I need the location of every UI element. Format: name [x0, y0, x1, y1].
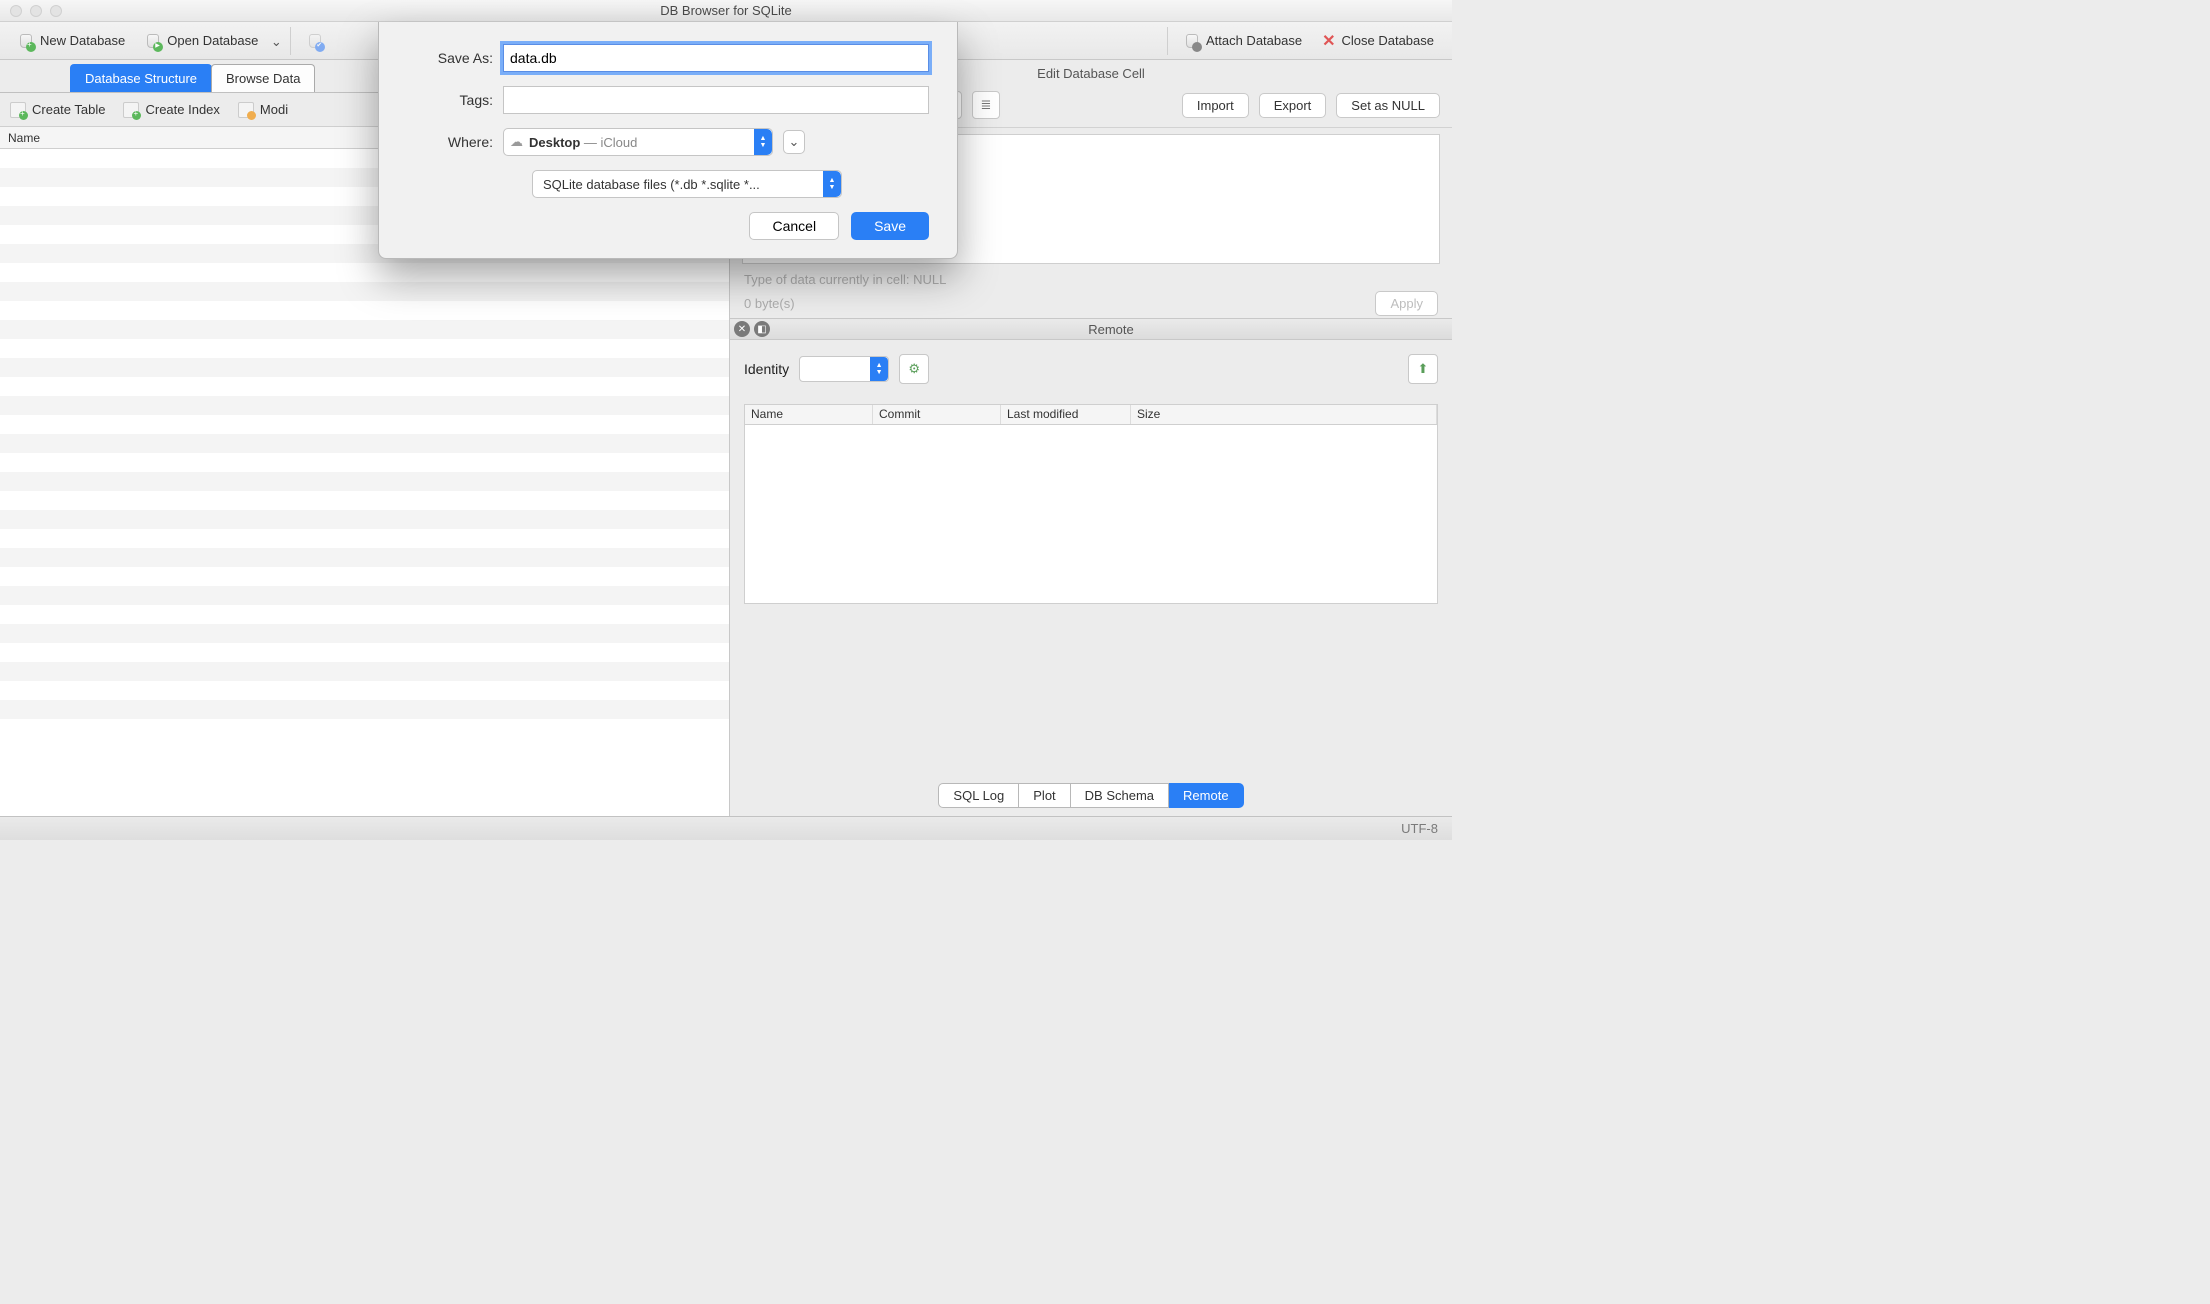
tab-db-schema[interactable]: DB Schema	[1071, 783, 1169, 808]
cell-size-info: 0 byte(s)	[744, 296, 795, 311]
close-panel-icon[interactable]: ✕	[734, 321, 750, 337]
push-remote-button[interactable]: ⬆	[1408, 354, 1438, 384]
cell-type-info: Type of data currently in cell: NULL	[744, 272, 946, 287]
identity-label: Identity	[744, 361, 789, 377]
database-attach-icon	[1184, 32, 1200, 50]
titlebar: DB Browser for SQLite	[0, 0, 1452, 22]
identity-select[interactable]: ▲▼	[799, 356, 889, 382]
index-new-icon	[123, 102, 139, 118]
status-encoding: UTF-8	[1401, 821, 1438, 836]
cloud-icon: ☁	[510, 134, 523, 150]
set-null-button[interactable]: Set as NULL	[1336, 93, 1440, 118]
gear-refresh-icon: ⚙	[908, 361, 920, 377]
remote-col-name[interactable]: Name	[745, 405, 873, 424]
lines-icon: ≣	[981, 97, 992, 113]
upload-db-icon: ⬆	[1418, 361, 1429, 377]
open-dropdown-chevron-icon[interactable]: ⌄	[268, 32, 284, 50]
tab-browse-data[interactable]: Browse Data	[211, 64, 315, 92]
tags-label: Tags:	[407, 92, 503, 108]
table-new-icon	[10, 102, 26, 118]
tab-sql-log[interactable]: SQL Log	[938, 783, 1019, 808]
tab-database-structure[interactable]: Database Structure	[70, 64, 212, 92]
remote-col-commit[interactable]: Commit	[873, 405, 1001, 424]
toolbar-separator	[290, 27, 291, 55]
tab-plot[interactable]: Plot	[1019, 783, 1070, 808]
updown-arrows-icon: ▲▼	[823, 171, 841, 197]
close-database-label: Close Database	[1342, 33, 1435, 48]
remote-table[interactable]: Name Commit Last modified Size	[744, 404, 1438, 604]
remote-title: Remote	[770, 322, 1452, 337]
remote-panel-header: ✕ ◧ Remote	[730, 318, 1452, 340]
save-as-label: Save As:	[407, 50, 503, 66]
remote-col-size[interactable]: Size	[1131, 405, 1437, 424]
table-modify-icon	[238, 102, 254, 118]
where-label: Where:	[407, 134, 503, 150]
export-button[interactable]: Export	[1259, 93, 1327, 118]
write-changes-button[interactable]	[297, 29, 333, 53]
modify-table-label: Modi	[260, 102, 288, 117]
attach-database-button[interactable]: Attach Database	[1174, 29, 1312, 53]
chevron-down-icon: ⌄	[789, 134, 800, 150]
database-new-icon	[18, 32, 34, 50]
create-index-button[interactable]: Create Index	[123, 102, 219, 118]
expand-save-panel-button[interactable]: ⌄	[783, 130, 805, 154]
detach-panel-icon[interactable]: ◧	[754, 321, 770, 337]
create-table-button[interactable]: Create Table	[10, 102, 105, 118]
where-folder-select[interactable]: ☁ Desktop — iCloud ▲▼	[503, 128, 773, 156]
save-file-sheet: Save As: Tags: Where: ☁ Desktop — iCloud…	[378, 22, 958, 259]
attach-database-label: Attach Database	[1206, 33, 1302, 48]
create-index-label: Create Index	[145, 102, 219, 117]
open-database-label: Open Database	[167, 33, 258, 48]
indent-button[interactable]: ≣	[972, 91, 1000, 119]
tags-input[interactable]	[503, 86, 929, 114]
where-folder-suffix: — iCloud	[580, 135, 637, 150]
open-database-button[interactable]: Open Database	[135, 29, 268, 53]
refresh-identity-button[interactable]: ⚙	[899, 354, 929, 384]
database-save-icon	[307, 32, 323, 50]
status-bar: UTF-8	[0, 816, 1452, 840]
remote-col-last-modified[interactable]: Last modified	[1001, 405, 1131, 424]
tab-remote[interactable]: Remote	[1169, 783, 1244, 808]
new-database-button[interactable]: New Database	[8, 29, 135, 53]
database-open-icon	[145, 32, 161, 50]
bottom-tabs: SQL Log Plot DB Schema Remote	[730, 779, 1452, 816]
save-as-input[interactable]	[503, 44, 929, 72]
file-format-label: SQLite database files (*.db *.sqlite *..…	[543, 177, 760, 192]
apply-button[interactable]: Apply	[1375, 291, 1438, 316]
window-title: DB Browser for SQLite	[0, 3, 1452, 18]
updown-arrows-icon: ▲▼	[754, 129, 772, 155]
modify-table-button[interactable]: Modi	[238, 102, 288, 118]
create-table-label: Create Table	[32, 102, 105, 117]
updown-arrows-icon: ▲▼	[870, 357, 888, 381]
toolbar-separator	[1167, 27, 1168, 55]
cancel-button[interactable]: Cancel	[749, 212, 839, 240]
where-folder-name: Desktop	[529, 135, 580, 150]
file-format-select[interactable]: SQLite database files (*.db *.sqlite *..…	[532, 170, 842, 198]
close-database-button[interactable]: ✕ Close Database	[1312, 28, 1444, 54]
import-button[interactable]: Import	[1182, 93, 1249, 118]
save-button[interactable]: Save	[851, 212, 929, 240]
new-database-label: New Database	[40, 33, 125, 48]
close-icon: ✕	[1322, 31, 1335, 51]
